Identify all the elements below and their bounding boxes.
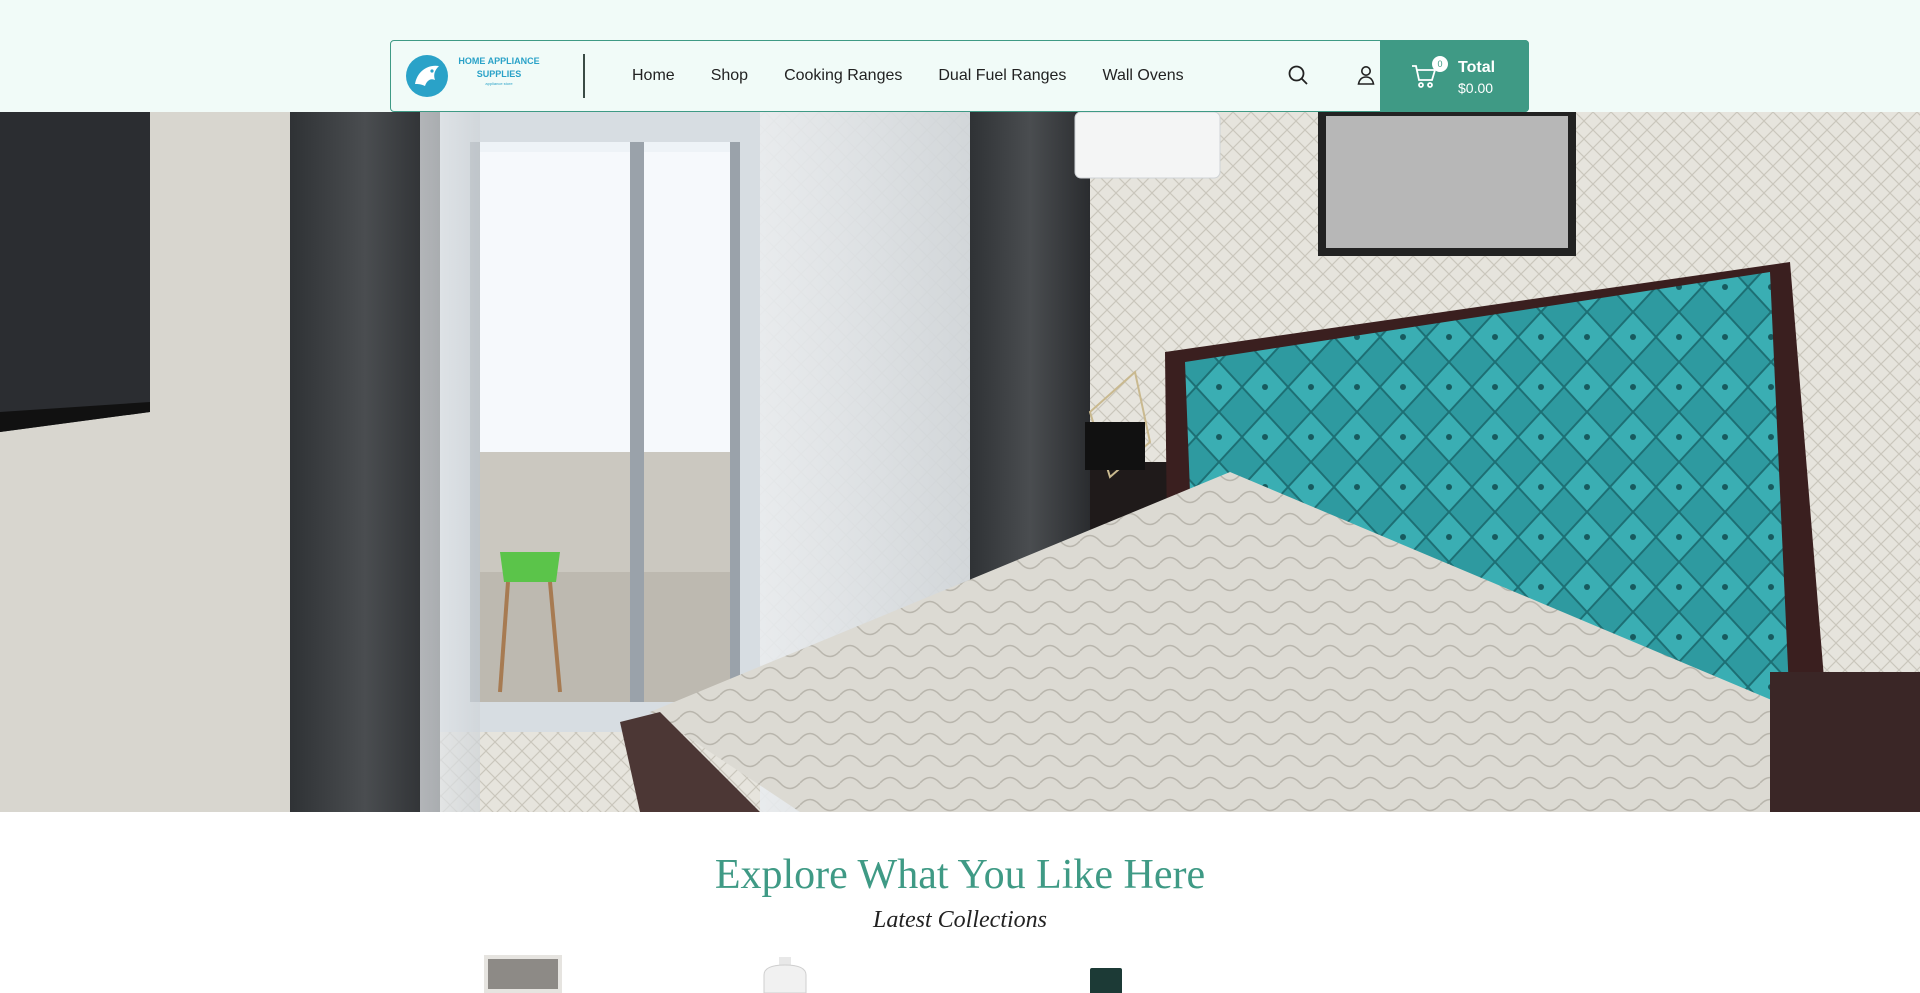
- cart-button[interactable]: 0 Total $0.00: [1380, 40, 1529, 112]
- hero-bedroom-illustration: [0, 112, 1920, 812]
- product-thumb-3[interactable]: [1090, 968, 1122, 993]
- product-thumb-2[interactable]: [752, 955, 822, 993]
- header-icons: [1242, 63, 1378, 87]
- search-icon[interactable]: [1286, 63, 1310, 87]
- site-logo[interactable]: HOME APPLIANCE SUPPLIES appliance store: [391, 41, 581, 111]
- nav-item-dual-fuel-ranges[interactable]: Dual Fuel Ranges: [938, 67, 1066, 85]
- nav-item-home[interactable]: Home: [632, 67, 675, 85]
- cart-total-value: $0.00: [1458, 80, 1494, 96]
- nav-item-shop[interactable]: Shop: [711, 67, 748, 85]
- product-thumb-1[interactable]: [484, 955, 562, 993]
- main-nav: Home Shop Cooking Ranges Dual Fuel Range…: [632, 67, 1220, 85]
- logo-icon: [406, 55, 448, 97]
- nav-item-wall-ovens[interactable]: Wall Ovens: [1102, 67, 1183, 85]
- cart-count-badge: 0: [1432, 56, 1448, 72]
- hero-image: [0, 112, 1920, 812]
- cart-total-label: Total: [1458, 59, 1496, 76]
- nav-item-cooking-ranges[interactable]: Cooking Ranges: [784, 67, 902, 85]
- logo-tagline: appliance store: [485, 81, 513, 86]
- site-header: HOME APPLIANCE SUPPLIES appliance store …: [390, 40, 1529, 112]
- user-icon[interactable]: [1354, 63, 1378, 87]
- logo-title: HOME APPLIANCE SUPPLIES: [458, 56, 540, 79]
- header-divider: [583, 54, 585, 98]
- bottle-icon: [763, 957, 807, 993]
- collections-title: Explore What You Like Here: [714, 852, 1206, 898]
- collections-subtitle: Latest Collections: [873, 907, 1047, 933]
